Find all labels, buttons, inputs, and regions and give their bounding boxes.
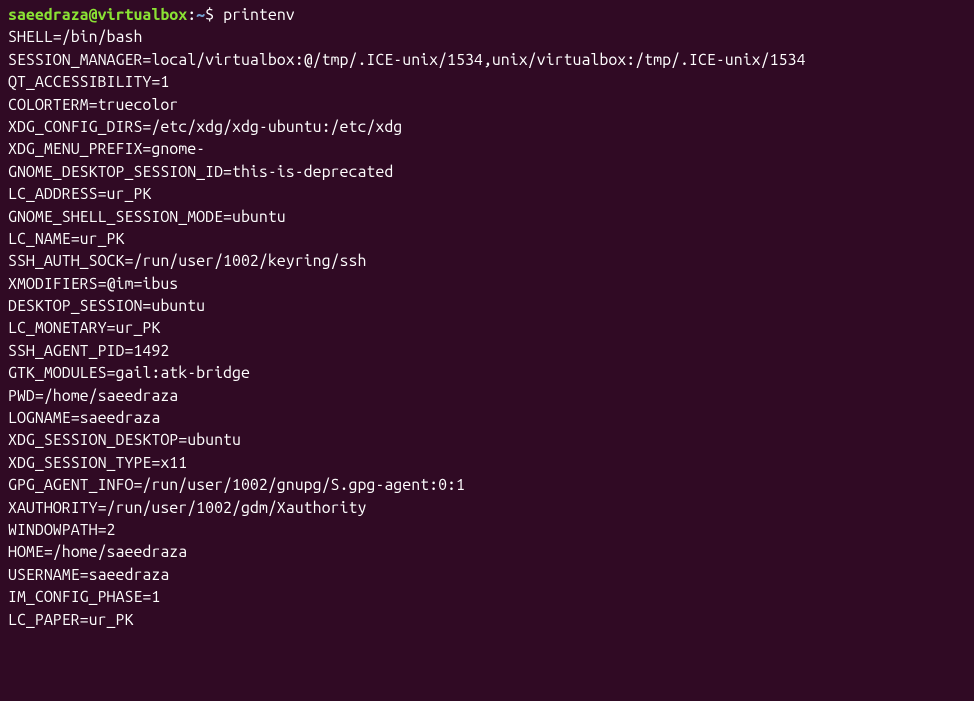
- output-line: XDG_SESSION_DESKTOP=ubuntu: [8, 429, 966, 451]
- output-line: XDG_MENU_PREFIX=gnome-: [8, 138, 966, 160]
- output-line: HOME=/home/saeedraza: [8, 541, 966, 563]
- output-line: GNOME_SHELL_SESSION_MODE=ubuntu: [8, 206, 966, 228]
- output-line: SESSION_MANAGER=local/virtualbox:@/tmp/.…: [8, 49, 966, 71]
- output-line: GNOME_DESKTOP_SESSION_ID=this-is-depreca…: [8, 161, 966, 183]
- output-line: SSH_AGENT_PID=1492: [8, 340, 966, 362]
- prompt-path: ~: [196, 6, 205, 24]
- output-line: LC_PAPER=ur_PK: [8, 609, 966, 631]
- prompt-user-host: saeedraza@virtualbox: [8, 6, 187, 24]
- command-input: printenv: [223, 6, 295, 24]
- output-line: LC_NAME=ur_PK: [8, 228, 966, 250]
- prompt-dollar: $: [205, 6, 223, 24]
- output-line: COLORTERM=truecolor: [8, 94, 966, 116]
- output-line: USERNAME=saeedraza: [8, 564, 966, 586]
- output-line: PWD=/home/saeedraza: [8, 385, 966, 407]
- output-line: LC_MONETARY=ur_PK: [8, 317, 966, 339]
- output-line: SSH_AUTH_SOCK=/run/user/1002/keyring/ssh: [8, 250, 966, 272]
- output-line: XAUTHORITY=/run/user/1002/gdm/Xauthority: [8, 497, 966, 519]
- output-line: GPG_AGENT_INFO=/run/user/1002/gnupg/S.gp…: [8, 474, 966, 496]
- output-container: SHELL=/bin/bashSESSION_MANAGER=local/vir…: [8, 26, 966, 631]
- terminal[interactable]: saeedraza@virtualbox:~$ printenv SHELL=/…: [8, 4, 966, 631]
- prompt-colon: :: [187, 6, 196, 24]
- prompt-line: saeedraza@virtualbox:~$ printenv: [8, 4, 966, 26]
- output-line: GTK_MODULES=gail:atk-bridge: [8, 362, 966, 384]
- output-line: XMODIFIERS=@im=ibus: [8, 273, 966, 295]
- output-line: LOGNAME=saeedraza: [8, 407, 966, 429]
- output-line: XDG_SESSION_TYPE=x11: [8, 452, 966, 474]
- output-line: DESKTOP_SESSION=ubuntu: [8, 295, 966, 317]
- output-line: QT_ACCESSIBILITY=1: [8, 71, 966, 93]
- output-line: XDG_CONFIG_DIRS=/etc/xdg/xdg-ubuntu:/etc…: [8, 116, 966, 138]
- output-line: WINDOWPATH=2: [8, 519, 966, 541]
- output-line: IM_CONFIG_PHASE=1: [8, 586, 966, 608]
- output-line: SHELL=/bin/bash: [8, 26, 966, 48]
- output-line: LC_ADDRESS=ur_PK: [8, 183, 966, 205]
